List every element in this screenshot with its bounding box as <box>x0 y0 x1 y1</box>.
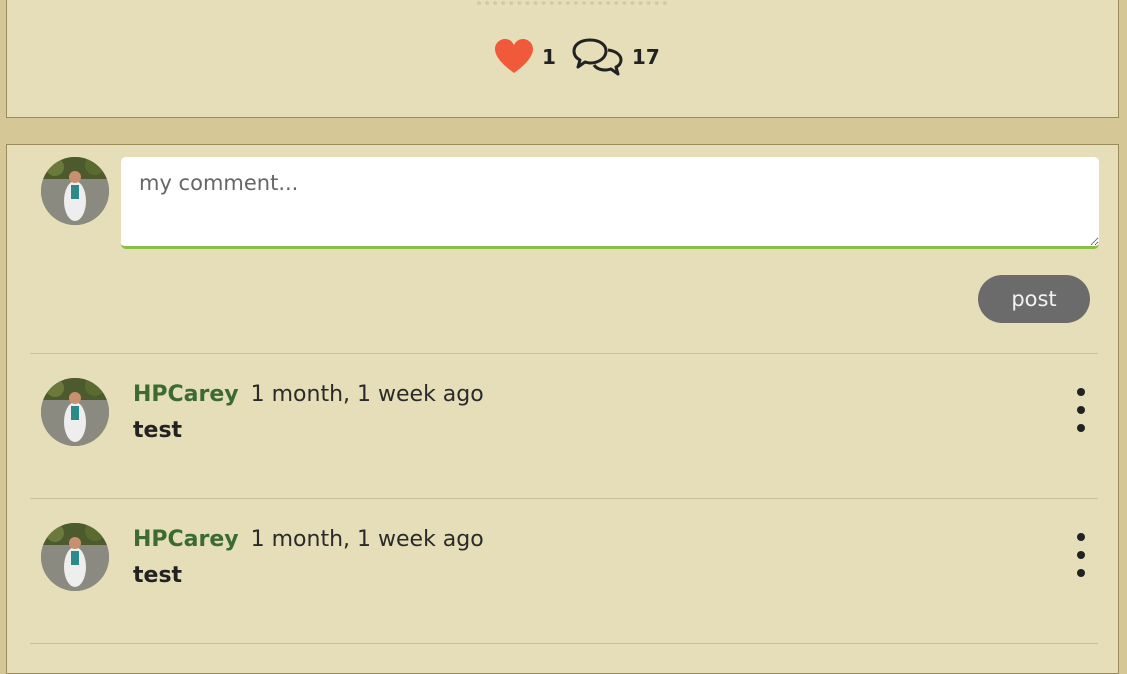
comment-text: test <box>133 418 183 443</box>
avatar[interactable] <box>41 378 109 446</box>
comment-item: HPCarey 1 month, 1 week ago test <box>7 499 1118 644</box>
comment-item: HPCarey 1 month, 1 week ago test <box>7 354 1118 499</box>
comment-timestamp: 1 month, 1 week ago <box>250 527 484 552</box>
comment-count: 17 <box>631 45 660 69</box>
truncated-content <box>477 0 667 5</box>
post-button[interactable]: post <box>978 275 1090 323</box>
divider <box>30 643 1098 644</box>
heart-icon[interactable] <box>494 39 534 75</box>
comment-author[interactable]: HPCarey <box>133 527 239 552</box>
comments-section: post HPCarey 1 month, 1 week ago test <box>6 144 1119 674</box>
post-stats: 1 17 <box>494 35 668 79</box>
comment-timestamp: 1 month, 1 week ago <box>250 382 484 407</box>
avatar <box>41 157 109 225</box>
comment-meta: HPCarey 1 month, 1 week ago <box>133 527 484 552</box>
comment-author[interactable]: HPCarey <box>133 382 239 407</box>
post-card: 1 17 <box>6 0 1119 118</box>
speech-bubbles-icon[interactable] <box>572 37 624 77</box>
more-options-icon[interactable] <box>1069 533 1093 577</box>
comment-input[interactable] <box>121 157 1099 249</box>
like-count: 1 <box>542 45 556 69</box>
comment-meta: HPCarey 1 month, 1 week ago <box>133 382 484 407</box>
avatar[interactable] <box>41 523 109 591</box>
more-options-icon[interactable] <box>1069 388 1093 432</box>
comment-text: test <box>133 563 183 588</box>
